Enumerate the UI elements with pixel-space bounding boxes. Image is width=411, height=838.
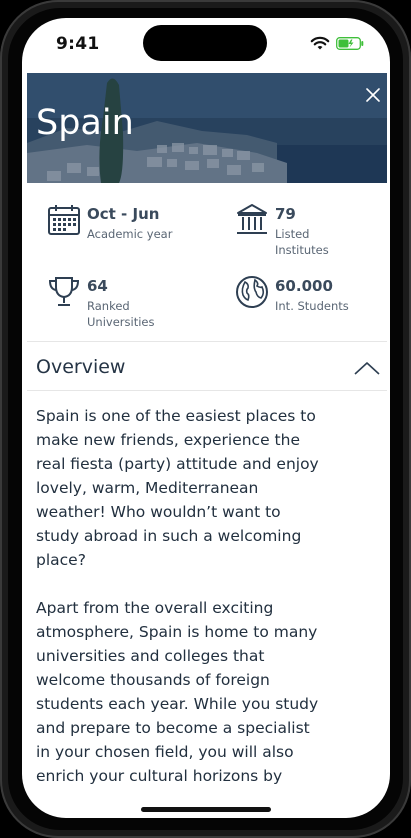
trophy-icon [48,277,80,306]
institute-icon [237,204,267,234]
students-value: 60.000 [275,277,333,295]
status-time: 9:41 [56,34,100,54]
stat-universities: 64 Ranked Universities [47,275,207,335]
institutes-label: Listed Institutes [275,227,329,257]
country-title: Spain [36,103,134,143]
academic-year-label: Academic year [87,227,173,241]
overview-paragraph: Spain is one of the easiest places to ma… [36,407,319,569]
home-indicator[interactable] [141,807,271,812]
divider [27,390,387,391]
wifi-icon [310,36,330,50]
overview-body: Spain is one of the easiest places to ma… [36,404,326,812]
close-icon[interactable] [366,88,380,102]
universities-value: 64 [87,277,108,295]
hero-banner: Spain [27,73,387,183]
academic-year-value: Oct - Jun [87,205,160,223]
stat-institutes: 79 Listed Institutes [235,203,385,263]
device-frame: 9:41 Spain Oct - Jun Academic year 79 Li… [0,0,411,838]
overview-section-header[interactable]: Overview [27,342,387,390]
dynamic-island [143,25,267,61]
overview-paragraph: Apart from the overall exciting atmosphe… [36,599,319,785]
stat-academic-year: Oct - Jun Academic year [47,203,207,243]
globe-icon [236,276,268,308]
stat-students: 60.000 Int. Students [235,275,385,315]
stats-grid: Oct - Jun Academic year 79 Listed Instit… [27,183,387,341]
battery-icon [336,37,364,50]
universities-label: Ranked Universities [87,299,155,329]
screen: 9:41 Spain Oct - Jun Academic year 79 Li… [22,18,390,818]
overview-title: Overview [36,356,126,378]
chevron-up-icon[interactable] [354,361,380,375]
students-label: Int. Students [275,299,349,313]
institutes-value: 79 [275,205,296,223]
calendar-icon [48,205,80,235]
